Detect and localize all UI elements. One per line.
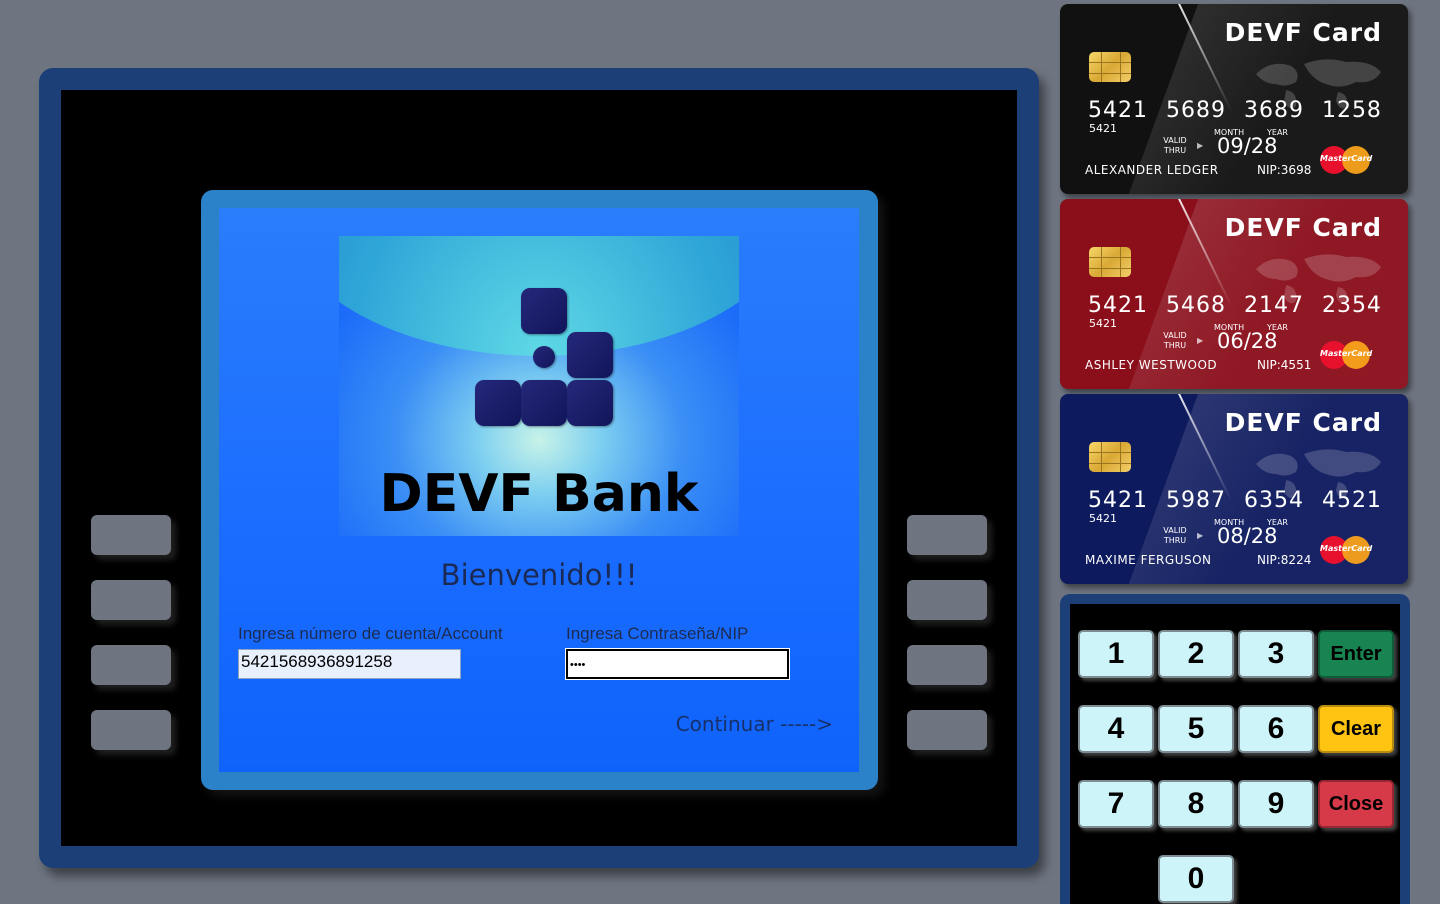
key-4[interactable]: 4 xyxy=(1078,705,1154,753)
chip-icon xyxy=(1089,247,1131,277)
valid-thru-text: VALID THRU xyxy=(1163,331,1187,350)
key-8[interactable]: 8 xyxy=(1158,780,1234,828)
logo-block xyxy=(521,288,567,334)
pin-input[interactable]: •••• xyxy=(565,648,790,680)
valid-thru-text: VALID THRU xyxy=(1163,526,1187,545)
credit-card[interactable]: DEVF Card 5421 5689 3689 1258 5421 VALID TH… xyxy=(1060,4,1408,194)
card-number: 5421 5468 2147 2354 xyxy=(1088,293,1382,318)
card-holder: ASHLEY WESTWOOD xyxy=(1085,358,1218,372)
side-button-left-4[interactable] xyxy=(91,710,171,750)
logo-block xyxy=(475,380,521,426)
card-prefix: 5421 xyxy=(1089,512,1117,525)
key-2[interactable]: 2 xyxy=(1158,630,1234,678)
logo-block xyxy=(567,332,613,378)
card-brand: DEVF Card xyxy=(1224,408,1382,437)
card-nip: NIP:8224 xyxy=(1257,553,1312,567)
screen-frame: DEVF Bank Bienvenido!!! Ingresa número d… xyxy=(201,190,878,790)
card-brand: DEVF Card xyxy=(1224,213,1382,242)
mastercard-logo: MasterCard xyxy=(1320,536,1372,564)
enter-button[interactable]: Enter xyxy=(1318,630,1394,678)
key-0[interactable]: 0 xyxy=(1158,855,1234,903)
welcome-title: Bienvenido!!! xyxy=(440,558,638,592)
valid-thru-label: VALID THRU xyxy=(1161,526,1189,546)
atm-panel: DEVF Bank Bienvenido!!! Ingresa número d… xyxy=(61,90,1017,846)
keypad: 1 2 3 Enter 4 5 6 Clear 7 8 9 Close 0 xyxy=(1070,604,1400,904)
credit-card[interactable]: DEVF Card 5421 5987 6354 4521 5421 VALID TH… xyxy=(1060,394,1408,584)
continue-link[interactable]: Continuar -----> xyxy=(676,712,833,736)
clear-button[interactable]: Clear xyxy=(1318,705,1394,753)
chip-icon xyxy=(1089,442,1131,472)
card-number: 5421 5987 6354 4521 xyxy=(1088,488,1382,513)
side-button-right-2[interactable] xyxy=(907,580,987,620)
card-nip: NIP:3698 xyxy=(1257,163,1312,177)
mastercard-logo: MasterCard xyxy=(1320,146,1372,174)
valid-thru-label: VALID THRU xyxy=(1161,331,1189,351)
side-button-left-2[interactable] xyxy=(91,580,171,620)
logo-block xyxy=(521,380,567,426)
card-expiry: 06/28 xyxy=(1217,329,1278,353)
bank-name: DEVF Bank xyxy=(379,464,699,524)
bank-logo: DEVF Bank xyxy=(339,236,739,536)
key-5[interactable]: 5 xyxy=(1158,705,1234,753)
card-number: 5421 5689 3689 1258 xyxy=(1088,98,1382,123)
pin-label: Ingresa Contraseña/NIP xyxy=(566,624,749,643)
credit-card[interactable]: DEVF Card 5421 5468 2147 2354 5421 VALID TH… xyxy=(1060,199,1408,389)
chip-icon xyxy=(1089,52,1131,82)
card-holder: ALEXANDER LEDGER xyxy=(1085,163,1219,177)
account-input[interactable]: 5421568936891258 xyxy=(238,649,461,679)
triangle-icon: ▶ xyxy=(1197,141,1204,150)
card-holder: MAXIME FERGUSON xyxy=(1085,553,1212,567)
key-9[interactable]: 9 xyxy=(1238,780,1314,828)
key-7[interactable]: 7 xyxy=(1078,780,1154,828)
card-expiry: 09/28 xyxy=(1217,134,1278,158)
valid-thru-text: VALID THRU xyxy=(1163,136,1187,155)
logo-block xyxy=(567,380,613,426)
side-button-left-3[interactable] xyxy=(91,645,171,685)
keypad-frame: 1 2 3 Enter 4 5 6 Clear 7 8 9 Close 0 xyxy=(1060,594,1410,904)
atm-screen: DEVF Bank Bienvenido!!! Ingresa número d… xyxy=(219,208,859,772)
side-button-left-1[interactable] xyxy=(91,515,171,555)
key-3[interactable]: 3 xyxy=(1238,630,1314,678)
close-button[interactable]: Close xyxy=(1318,780,1394,828)
triangle-icon: ▶ xyxy=(1197,531,1204,540)
mastercard-logo: MasterCard xyxy=(1320,341,1372,369)
triangle-icon: ▶ xyxy=(1197,336,1204,345)
mastercard-text: MasterCard xyxy=(1320,349,1373,358)
card-nip: NIP:4551 xyxy=(1257,358,1312,372)
valid-thru-label: VALID THRU xyxy=(1161,136,1189,156)
account-label: Ingresa número de cuenta/Account xyxy=(238,624,503,643)
side-button-right-3[interactable] xyxy=(907,645,987,685)
atm-frame: DEVF Bank Bienvenido!!! Ingresa número d… xyxy=(39,68,1039,868)
logo-dot xyxy=(533,346,555,368)
card-prefix: 5421 xyxy=(1089,317,1117,330)
side-button-right-4[interactable] xyxy=(907,710,987,750)
mastercard-text: MasterCard xyxy=(1320,154,1373,163)
side-button-right-1[interactable] xyxy=(907,515,987,555)
mastercard-text: MasterCard xyxy=(1320,544,1373,553)
card-brand: DEVF Card xyxy=(1224,18,1382,47)
card-prefix: 5421 xyxy=(1089,122,1117,135)
card-expiry: 08/28 xyxy=(1217,524,1278,548)
key-6[interactable]: 6 xyxy=(1238,705,1314,753)
key-1[interactable]: 1 xyxy=(1078,630,1154,678)
